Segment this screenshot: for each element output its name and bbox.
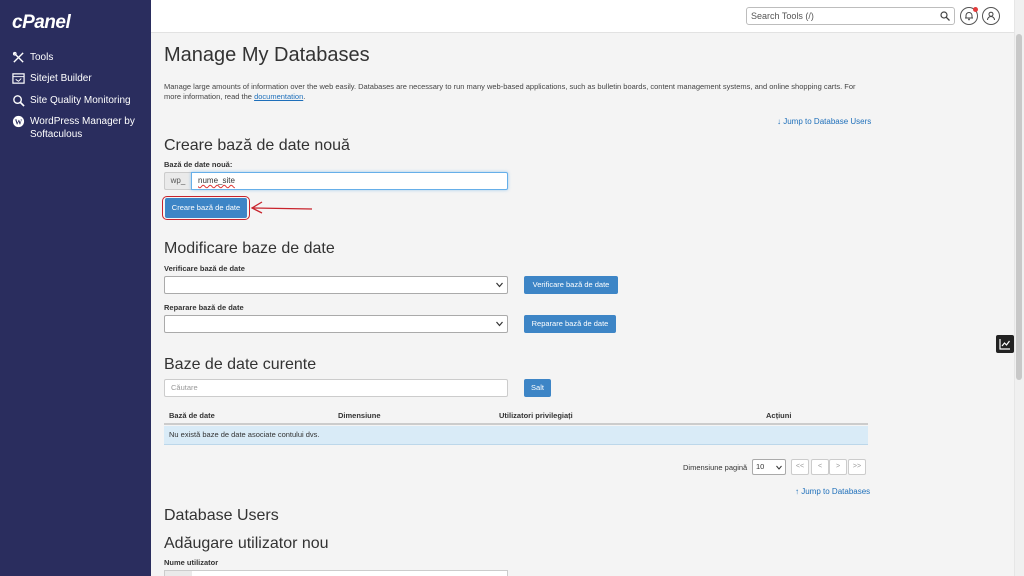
jump-to-users-link[interactable]: ↓ Jump to Database Users: [777, 117, 871, 126]
wordpress-icon: W: [12, 115, 25, 128]
column-actions: Acțiuni: [766, 411, 792, 420]
chevron-down-icon: [496, 321, 503, 327]
page-size-label: Dimensiune pagină: [683, 463, 748, 472]
sidebar-item-sitejet[interactable]: Sitejet Builder: [12, 72, 140, 85]
create-db-heading: Creare bază de date nouă: [164, 137, 350, 154]
scrollbar-thumb[interactable]: [1016, 34, 1022, 380]
stats-panel-button[interactable]: [996, 335, 1014, 353]
search-tools[interactable]: [746, 7, 955, 25]
documentation-link[interactable]: documentation: [254, 92, 303, 101]
repair-db-button[interactable]: Reparare bază de date: [524, 315, 616, 333]
first-page-button[interactable]: <<: [791, 459, 809, 475]
sidebar-item-label: Tools: [30, 52, 54, 63]
sidebar-item-label: Sitejet Builder: [30, 73, 92, 84]
check-db-button[interactable]: Verificare bază de date: [524, 276, 618, 294]
topbar: [151, 0, 1024, 33]
page-description: Manage large amounts of information over…: [164, 82, 856, 101]
sitejet-icon: [12, 73, 25, 84]
cpanel-logo[interactable]: cPanel: [12, 12, 71, 34]
add-user-heading: Adăugare utilizator nou: [164, 535, 329, 552]
check-db-select[interactable]: [164, 276, 508, 294]
db-users-heading: Database Users: [164, 507, 279, 524]
column-database[interactable]: Bază de date: [169, 411, 215, 420]
annotation-arrow-icon: [250, 201, 313, 214]
sidebar-item-wordpress[interactable]: W WordPress Manager by Softaculous: [12, 115, 140, 141]
page-title: Manage My Databases: [164, 44, 370, 66]
arrow-down-icon: ↓: [777, 117, 781, 126]
tools-icon: [12, 51, 24, 63]
username-label: Nume utilizator: [164, 558, 219, 567]
arrow-up-icon: ↑: [795, 487, 799, 496]
last-page-button[interactable]: >>: [848, 459, 866, 475]
search-input[interactable]: [751, 9, 931, 23]
chevron-down-icon: [496, 282, 503, 288]
search-go-button[interactable]: Salt: [524, 379, 551, 397]
chevron-down-icon: [776, 465, 782, 470]
current-db-heading: Baze de date curente: [164, 356, 317, 373]
sidebar-item-label: Site Quality Monitoring: [30, 95, 131, 106]
table-empty-row: Nu există baze de date asociate contului…: [164, 426, 868, 445]
repair-db-label: Reparare bază de date: [164, 303, 244, 312]
page-scrollbar[interactable]: [1014, 0, 1024, 576]
db-search-input[interactable]: Căutare: [164, 379, 508, 397]
notification-badge: [973, 7, 978, 12]
new-db-input[interactable]: nume_site: [191, 172, 508, 190]
sidebar-item-label: WordPress Manager by Softaculous: [30, 116, 135, 140]
main-content: Manage My Databases Manage large amounts…: [151, 33, 1014, 576]
search-icon[interactable]: [940, 11, 950, 21]
magnifier-icon: [13, 95, 25, 107]
check-db-label: Verificare bază de date: [164, 264, 245, 273]
create-db-button[interactable]: Creare bază de date: [165, 198, 247, 218]
sidebar: cPanel Tools Sitejet Builder Site Qualit…: [0, 0, 151, 576]
page-size-select[interactable]: 10: [752, 459, 786, 475]
repair-db-select[interactable]: [164, 315, 508, 333]
notifications-button[interactable]: [960, 7, 978, 25]
username-prefix: [165, 571, 192, 576]
sidebar-item-tools[interactable]: Tools: [12, 51, 140, 64]
next-page-button[interactable]: >: [829, 459, 847, 475]
sidebar-item-site-quality[interactable]: Site Quality Monitoring: [12, 94, 140, 107]
username-input[interactable]: [164, 570, 508, 576]
chart-icon: [999, 339, 1010, 350]
column-size[interactable]: Dimensiune: [338, 411, 381, 420]
prev-page-button[interactable]: <: [811, 459, 829, 475]
modify-db-heading: Modificare baze de date: [164, 240, 335, 257]
svg-text:W: W: [15, 117, 23, 126]
bell-icon: [965, 12, 973, 21]
column-privileged-users: Utilizatori privilegiați: [499, 411, 573, 420]
db-table-header: Bază de date Dimensiune Utilizatori priv…: [164, 405, 868, 425]
user-icon: [987, 11, 995, 21]
db-prefix: wp_: [164, 172, 191, 190]
jump-to-databases-link[interactable]: ↑ Jump to Databases: [795, 487, 870, 496]
user-menu-button[interactable]: [982, 7, 1000, 25]
new-db-label: Bază de date nouă:: [164, 160, 233, 169]
